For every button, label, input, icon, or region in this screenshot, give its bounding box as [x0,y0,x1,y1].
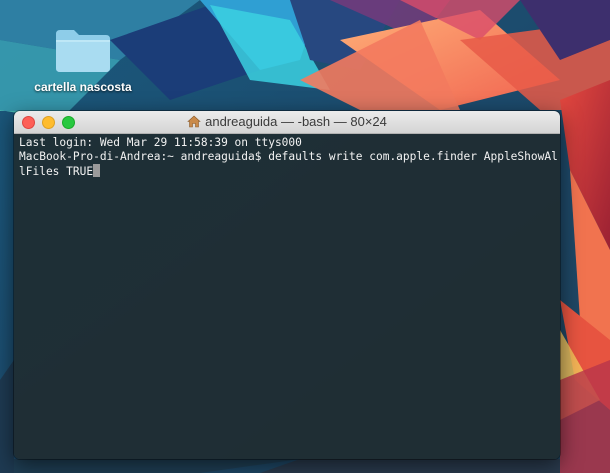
terminal-window[interactable]: andreaguida — -bash — 80×24 Last login: … [14,111,560,459]
window-title-area: andreaguida — -bash — 80×24 [14,111,560,133]
home-icon [187,115,201,128]
desktop-folder[interactable]: cartella nascosta [30,24,136,94]
text-cursor [93,164,101,177]
terminal-line: Last login: Wed Mar 29 11:58:39 on ttys0… [19,136,302,149]
terminal-line: lFiles TRUE [19,165,94,178]
window-title: andreaguida — -bash — 80×24 [205,114,387,129]
folder-icon [56,30,110,72]
terminal-line: MacBook-Pro-di-Andrea:~ andreaguida$ def… [19,150,558,163]
window-titlebar[interactable]: andreaguida — -bash — 80×24 [14,111,560,134]
terminal-line-with-cursor: lFiles TRUE [19,164,556,178]
terminal-output[interactable]: Last login: Wed Mar 29 11:58:39 on ttys0… [14,134,560,459]
folder-label: cartella nascosta [34,80,132,94]
